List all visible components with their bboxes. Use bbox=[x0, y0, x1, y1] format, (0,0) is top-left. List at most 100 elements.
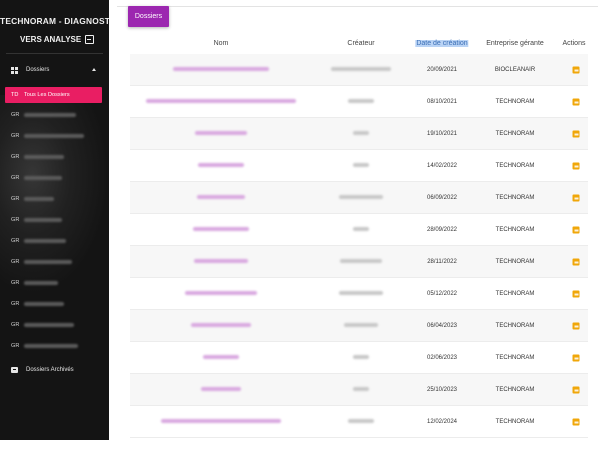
edit-icon[interactable] bbox=[572, 226, 580, 234]
cell-nom-redacted[interactable] bbox=[198, 163, 244, 169]
sidebar-item-9[interactable]: GR bbox=[0, 295, 109, 313]
cell-nom-redacted[interactable] bbox=[201, 387, 241, 393]
edit-icon[interactable] bbox=[572, 418, 580, 426]
table-row[interactable]: 08/10/2021 TECHNORAM bbox=[130, 86, 588, 118]
sidebar-item-dossiers[interactable]: Dossiers bbox=[0, 62, 109, 78]
table-row[interactable]: 06/09/2022 TECHNORAM bbox=[130, 182, 588, 214]
sidebar-item-4[interactable]: GR bbox=[0, 190, 109, 208]
sidebar-item-abbr: GR bbox=[11, 280, 20, 286]
cell-date: 28/09/2022 bbox=[426, 227, 458, 233]
cell-entreprise: TECHNORAM bbox=[495, 419, 535, 425]
sidebar-item-11[interactable]: GR bbox=[0, 337, 109, 355]
table-row[interactable]: 06/04/2023 TECHNORAM bbox=[130, 310, 588, 342]
sidebar-item-abbr: GR bbox=[11, 133, 20, 139]
sidebar-item-label-redacted bbox=[24, 197, 54, 201]
sidebar-item-tous-les-dossiers[interactable]: TD Tous Les Dossiers bbox=[5, 87, 102, 103]
cell-createur-redacted bbox=[353, 387, 369, 393]
sidebar-item-dossiers-archives[interactable]: Dossiers Archivés bbox=[0, 362, 109, 378]
cell-createur-redacted bbox=[353, 131, 369, 137]
sidebar-item-abbr: GR bbox=[11, 343, 20, 349]
table-row[interactable]: 19/10/2021 TECHNORAM bbox=[130, 118, 588, 150]
cell-createur-redacted bbox=[353, 355, 369, 361]
cell-nom-redacted[interactable] bbox=[195, 131, 247, 137]
cell-nom-redacted[interactable] bbox=[194, 259, 248, 265]
sidebar-item-10[interactable]: GR bbox=[0, 316, 109, 334]
sidebar-item-label: Dossiers bbox=[26, 67, 50, 73]
table-row[interactable]: 12/02/2024 TECHNORAM bbox=[130, 406, 588, 438]
cell-nom-redacted[interactable] bbox=[185, 291, 257, 297]
sidebar-item-1[interactable]: GR bbox=[0, 127, 109, 145]
sidebar-item-6[interactable]: GR bbox=[0, 232, 109, 250]
table-row[interactable]: 02/06/2023 TECHNORAM bbox=[130, 342, 588, 374]
cell-date: 08/10/2021 bbox=[426, 99, 458, 105]
sidebar-item-8[interactable]: GR bbox=[0, 274, 109, 292]
table-header: Nom Créateur Date de création Entreprise… bbox=[130, 36, 588, 54]
cell-entreprise: TECHNORAM bbox=[495, 163, 535, 169]
sidebar-item-label-redacted bbox=[24, 176, 62, 180]
vers-analyse-label: VERS ANALYSE bbox=[20, 35, 82, 44]
table-row[interactable]: 14/02/2022 TECHNORAM bbox=[130, 150, 588, 182]
edit-icon[interactable] bbox=[572, 258, 580, 266]
column-header-createur[interactable]: Créateur bbox=[347, 40, 374, 47]
cell-entreprise: TECHNORAM bbox=[495, 131, 535, 137]
sidebar-item-0[interactable]: GR bbox=[0, 106, 109, 124]
edit-icon[interactable] bbox=[572, 98, 580, 106]
cell-createur-redacted bbox=[339, 195, 383, 201]
sidebar-item-5[interactable]: GR bbox=[0, 211, 109, 229]
cell-nom-redacted[interactable] bbox=[203, 355, 239, 361]
cell-entreprise: BIOCLEANAIR bbox=[494, 67, 536, 73]
table-row[interactable]: 28/11/2022 TECHNORAM bbox=[130, 246, 588, 278]
cell-entreprise: TECHNORAM bbox=[495, 259, 535, 265]
cell-nom-redacted[interactable] bbox=[197, 195, 245, 201]
cell-createur-redacted bbox=[339, 291, 383, 297]
cell-nom-redacted[interactable] bbox=[193, 227, 249, 233]
cell-entreprise: TECHNORAM bbox=[495, 227, 535, 233]
sidebar-item-7[interactable]: GR bbox=[0, 253, 109, 271]
sidebar-item-label-redacted bbox=[24, 260, 72, 264]
cell-nom-redacted[interactable] bbox=[161, 419, 281, 425]
brand-title: TECHNORAM - DIAGNOSTIC bbox=[0, 16, 109, 26]
column-header-date[interactable]: Date de création bbox=[415, 40, 469, 47]
vers-analyse-link[interactable]: VERS ANALYSE bbox=[20, 35, 95, 44]
edit-icon[interactable] bbox=[572, 194, 580, 202]
edit-icon[interactable] bbox=[572, 386, 580, 394]
table-row[interactable]: 20/09/2021 BIOCLEANAIR bbox=[130, 54, 588, 86]
exit-to-app-icon bbox=[85, 35, 95, 44]
sidebar-item-label-redacted bbox=[24, 155, 64, 159]
edit-icon[interactable] bbox=[572, 290, 580, 298]
sidebar-item-label-redacted bbox=[24, 281, 58, 285]
table-row[interactable]: 28/09/2022 TECHNORAM bbox=[130, 214, 588, 246]
sidebar-item-abbr: GR bbox=[11, 154, 20, 160]
sidebar: TECHNORAM - DIAGNOSTIC VERS ANALYSE Doss… bbox=[0, 0, 109, 440]
cell-entreprise: TECHNORAM bbox=[495, 195, 535, 201]
cell-nom-redacted[interactable] bbox=[173, 67, 269, 73]
sidebar-item-abbr: GR bbox=[11, 322, 20, 328]
cell-date: 28/11/2022 bbox=[427, 259, 457, 265]
edit-icon[interactable] bbox=[572, 322, 580, 330]
sidebar-item-abbr: GR bbox=[11, 217, 20, 223]
top-divider bbox=[117, 6, 598, 7]
cell-entreprise: TECHNORAM bbox=[495, 291, 535, 297]
archive-icon bbox=[11, 367, 18, 373]
grid-icon bbox=[11, 66, 18, 74]
cell-entreprise: TECHNORAM bbox=[495, 99, 535, 105]
table-row[interactable]: 25/10/2023 TECHNORAM bbox=[130, 374, 588, 406]
column-header-nom[interactable]: Nom bbox=[214, 40, 229, 47]
cell-nom-redacted[interactable] bbox=[191, 323, 251, 329]
cell-nom-redacted[interactable] bbox=[146, 99, 296, 105]
edit-icon[interactable] bbox=[572, 66, 580, 74]
cell-entreprise: TECHNORAM bbox=[495, 355, 535, 361]
sidebar-item-2[interactable]: GR bbox=[0, 148, 109, 166]
edit-icon[interactable] bbox=[572, 354, 580, 362]
column-header-actions: Actions bbox=[562, 40, 586, 47]
sidebar-item-3[interactable]: GR bbox=[0, 169, 109, 187]
cell-entreprise: TECHNORAM bbox=[495, 387, 535, 393]
column-header-entreprise[interactable]: Entreprise gérante bbox=[486, 40, 544, 47]
edit-icon[interactable] bbox=[572, 162, 580, 170]
edit-icon[interactable] bbox=[572, 130, 580, 138]
cell-entreprise: TECHNORAM bbox=[495, 323, 535, 329]
sidebar-item-label-redacted bbox=[24, 344, 78, 348]
cell-date: 05/12/2022 bbox=[426, 291, 458, 297]
sidebar-item-abbr: TD bbox=[11, 92, 19, 98]
table-row[interactable]: 05/12/2022 TECHNORAM bbox=[130, 278, 588, 310]
